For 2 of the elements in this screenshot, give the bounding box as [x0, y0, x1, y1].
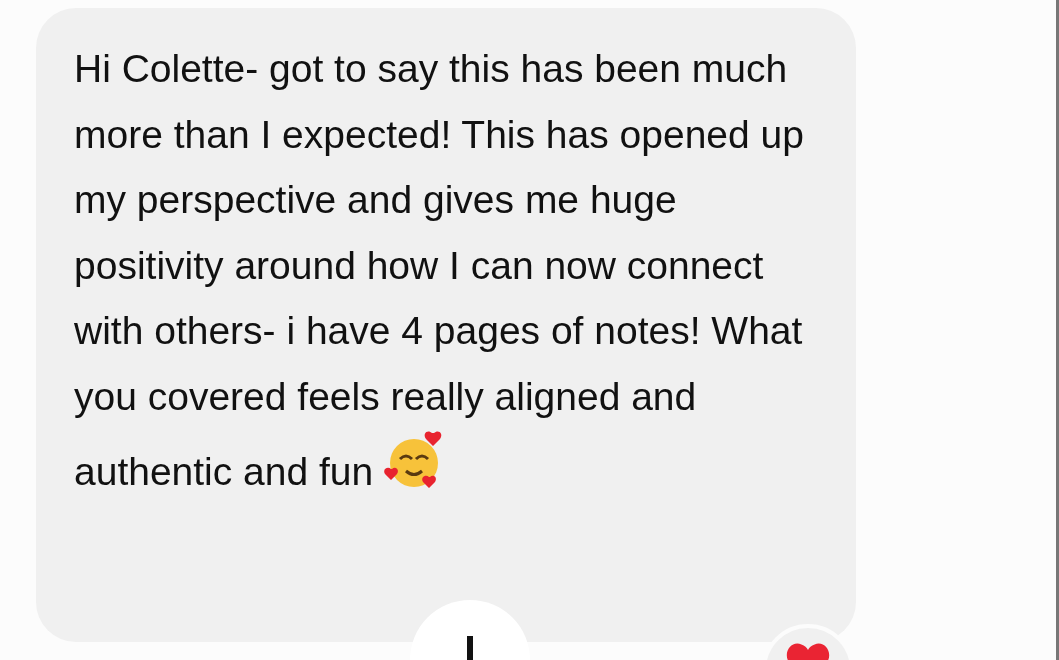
bar-icon [467, 636, 473, 660]
message-text: Hi Colette- got to say this has been much more than I expected! This has opened up my perspective and gives me huge positivity around how I can now connect with others- i have 4 pages of notes! What you covered feels really aligned and authentic and fun [74, 46, 805, 495]
